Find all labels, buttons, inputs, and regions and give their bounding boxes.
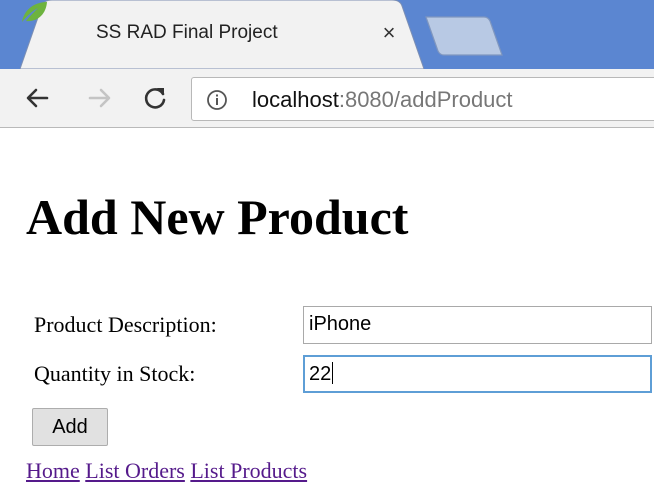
- back-arrow-icon: [26, 88, 49, 108]
- address-bar[interactable]: localhost:8080/addProduct: [191, 77, 654, 121]
- active-tab[interactable]: SS RAD Final Project ×: [20, 0, 424, 69]
- text-caret: [332, 362, 334, 384]
- spring-leaf-icon: [22, 2, 47, 22]
- add-button[interactable]: Add: [32, 408, 108, 446]
- url-path: :8080/addProduct: [338, 87, 513, 112]
- reload-icon: [144, 88, 166, 109]
- list-orders-link[interactable]: List Orders: [85, 458, 185, 483]
- forward-button[interactable]: [83, 81, 117, 115]
- info-icon[interactable]: [206, 89, 228, 111]
- quantity-label: Quantity in Stock:: [34, 361, 196, 386]
- reload-button[interactable]: [138, 81, 172, 115]
- nav-links: Home List Orders List Products: [26, 458, 307, 484]
- back-button[interactable]: [20, 81, 54, 115]
- description-label: Product Description:: [34, 312, 217, 337]
- page-title: Add New Product: [26, 189, 409, 245]
- page-content: Add New Product Product Description: iPh…: [0, 128, 654, 486]
- tab-close-button[interactable]: ×: [376, 20, 402, 46]
- description-value: iPhone: [309, 313, 372, 335]
- quantity-value: 22: [309, 363, 332, 385]
- forward-arrow-icon: [88, 88, 111, 108]
- tab-title: SS RAD Final Project: [96, 22, 278, 43]
- url-text: localhost:8080/addProduct: [252, 87, 513, 113]
- description-input[interactable]: iPhone: [303, 306, 652, 344]
- browser-tabstrip: SS RAD Final Project ×: [0, 0, 654, 69]
- quantity-input[interactable]: 22: [303, 355, 652, 393]
- browser-toolbar: localhost:8080/addProduct: [0, 69, 654, 128]
- new-tab-button[interactable]: [424, 14, 504, 58]
- home-link[interactable]: Home: [26, 458, 80, 483]
- url-host: localhost: [252, 87, 339, 112]
- list-products-link[interactable]: List Products: [190, 458, 307, 483]
